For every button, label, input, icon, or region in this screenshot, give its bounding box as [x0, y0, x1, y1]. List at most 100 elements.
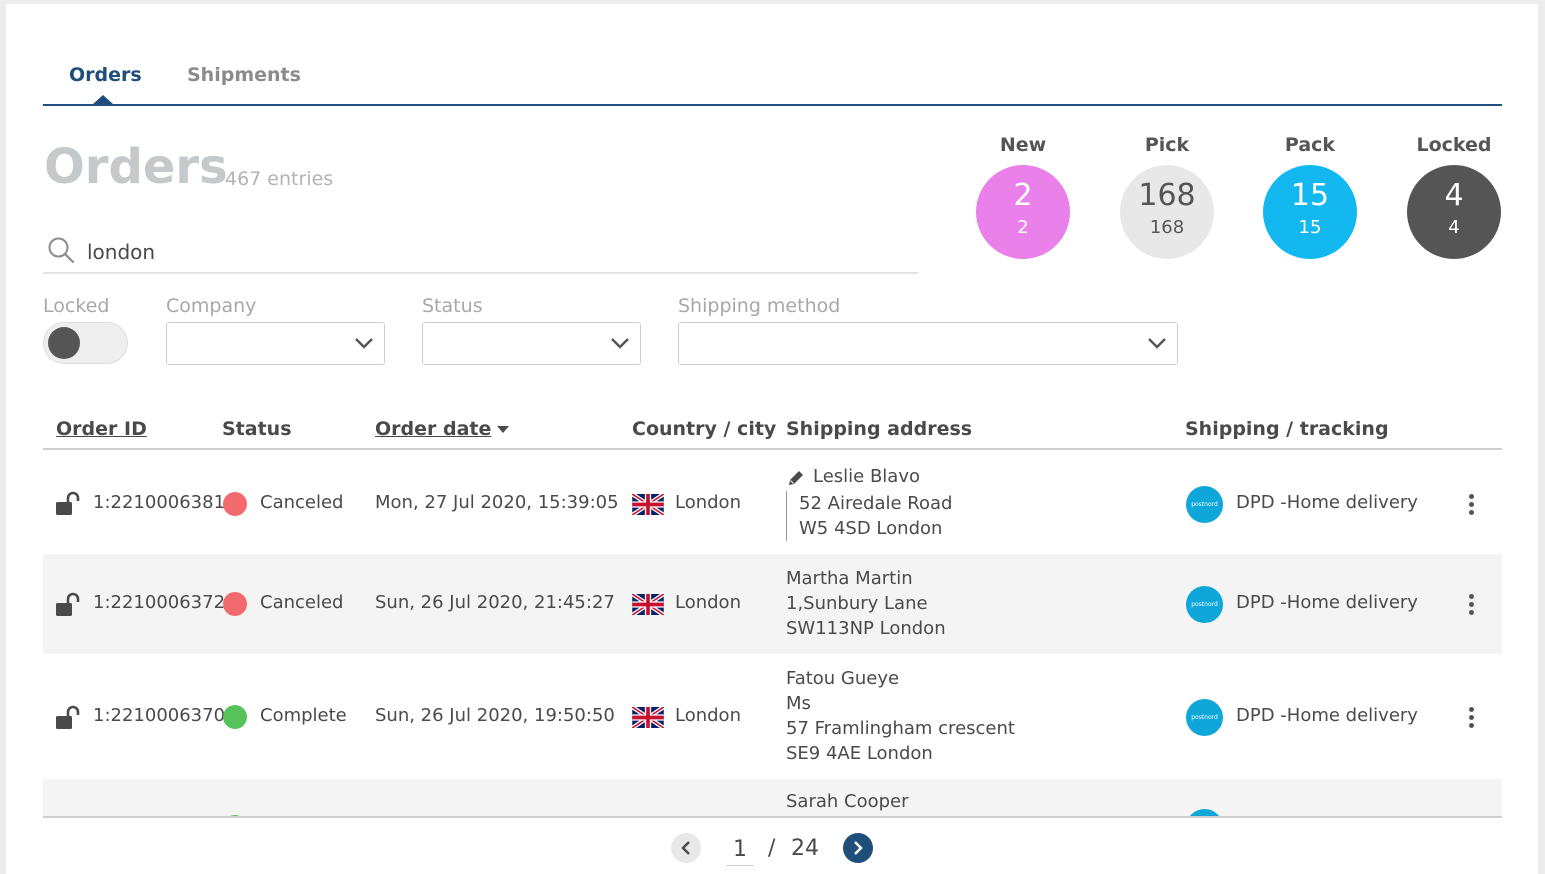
- table-body: 1:2210006381 Canceled Mon, 27 Jul 2020, …: [43, 452, 1502, 818]
- uk-flag-icon: [632, 494, 664, 515]
- tab-orders[interactable]: Orders: [69, 64, 142, 86]
- counter-new: New 2 2: [975, 132, 1071, 259]
- postnord-logo: postnord: [1186, 699, 1223, 736]
- column-country-city: Country / city: [632, 418, 777, 440]
- address-line: W5 4SD London: [799, 518, 943, 539]
- order-id[interactable]: 1:2210006381: [93, 492, 225, 513]
- counter-pick: Pick 168 168: [1119, 132, 1215, 259]
- tab-bar: Orders Shipments: [43, 56, 1502, 106]
- table-row[interactable]: 1:2210006381 Canceled Mon, 27 Jul 2020, …: [43, 452, 1502, 552]
- table-row[interactable]: Sarah Cooper: [43, 779, 1502, 818]
- city: London: [675, 492, 741, 513]
- previous-page-button[interactable]: [671, 833, 701, 863]
- shipping-method: DPD -Home delivery: [1236, 705, 1418, 726]
- counter-locked-value: 4: [1444, 178, 1464, 213]
- counter-new-label: New: [999, 134, 1047, 156]
- table-row[interactable]: 1:2210006372 Canceled Sun, 26 Jul 2020, …: [43, 554, 1502, 654]
- counter-pick-subvalue: 168: [1149, 217, 1185, 238]
- counter-locked-subvalue: 4: [1448, 217, 1460, 238]
- column-shipping-tracking: Shipping / tracking: [1185, 418, 1389, 440]
- company-select[interactable]: [166, 322, 385, 365]
- page-separator: /: [768, 836, 776, 861]
- chevron-left-icon: [681, 841, 690, 855]
- unlocked-padlock-icon[interactable]: [55, 592, 81, 618]
- order-date: Sun, 26 Jul 2020, 19:50:50: [375, 705, 615, 726]
- postnord-logo: postnord: [1186, 486, 1223, 523]
- address-line: 52 Airedale Road: [799, 493, 953, 514]
- shipping-method-select[interactable]: [678, 322, 1178, 365]
- address-line: Sarah Cooper: [786, 791, 909, 812]
- shipping-address: 52 Airedale Road W5 4SD London: [786, 491, 952, 541]
- status-dot: [223, 705, 247, 729]
- counter-pack-value: 15: [1290, 178, 1330, 213]
- status-filter-label: Status: [422, 295, 483, 317]
- column-shipping-address: Shipping address: [786, 418, 973, 440]
- order-date: Sun, 26 Jul 2020, 21:45:27: [375, 592, 615, 613]
- shipping-method: DPD -Home delivery: [1236, 592, 1418, 613]
- next-page-button[interactable]: [843, 833, 873, 863]
- counter-pack: Pack 15 15: [1262, 132, 1358, 259]
- sort-desc-icon: [497, 426, 510, 433]
- unlocked-padlock-icon[interactable]: [55, 705, 81, 731]
- status-dot: [223, 492, 247, 516]
- status-text: Complete: [260, 705, 347, 726]
- column-order-date[interactable]: Order date: [375, 418, 510, 440]
- locked-toggle[interactable]: [43, 322, 128, 364]
- table-row[interactable]: 1:2210006370 Complete Sun, 26 Jul 2020, …: [43, 654, 1502, 779]
- counter-locked: Locked 4 4: [1406, 132, 1502, 259]
- tab-shipments[interactable]: Shipments: [187, 64, 301, 86]
- counter-pick-value: 168: [1138, 178, 1196, 213]
- address-line: Ms: [786, 693, 811, 714]
- more-options-icon[interactable]: [1465, 594, 1477, 618]
- status-select[interactable]: [422, 322, 641, 365]
- uk-flag-icon: [632, 817, 664, 818]
- order-id[interactable]: 1:2210006372: [93, 592, 225, 613]
- counter-pack-subvalue: 15: [1298, 217, 1322, 238]
- uk-flag-icon: [632, 707, 664, 728]
- column-order-id[interactable]: Order ID: [56, 418, 147, 440]
- postnord-logo: postnord: [1186, 586, 1223, 623]
- counter-new-value: 2: [1013, 178, 1033, 213]
- page-number-input[interactable]: [726, 834, 754, 866]
- city: London: [675, 705, 741, 726]
- table-header: Order ID Status Order date Country / cit…: [43, 412, 1502, 450]
- page-title: Orders: [44, 139, 228, 195]
- address-line: Fatou Gueye: [786, 668, 900, 689]
- order-date: Mon, 27 Jul 2020, 15:39:05: [375, 492, 619, 513]
- shipping-method-filter-label: Shipping method: [678, 295, 841, 317]
- address-line: SW113NP London: [786, 618, 946, 639]
- counter-new-circle[interactable]: 2 2: [976, 165, 1070, 259]
- unlocked-padlock-icon[interactable]: [55, 817, 81, 818]
- search-input[interactable]: [87, 236, 907, 268]
- column-order-date-label: Order date: [375, 418, 492, 440]
- shipping-method: DPD -Home delivery: [1236, 492, 1418, 513]
- status-dot: [223, 815, 247, 816]
- address-name: Leslie Blavo: [813, 466, 921, 487]
- status-dot: [223, 592, 247, 616]
- more-options-icon[interactable]: [1465, 494, 1477, 518]
- search-icon: [48, 237, 75, 264]
- counter-locked-label: Locked: [1416, 134, 1492, 156]
- counter-new-subvalue: 2: [1017, 217, 1029, 238]
- total-pages: 24: [791, 836, 819, 861]
- chevron-down-icon: [611, 338, 629, 349]
- search-bar: [43, 232, 918, 274]
- chevron-right-icon: [854, 841, 863, 855]
- shipping-address: Martha Martin 1,Sunbury Lane SW113NP Lon…: [786, 566, 946, 641]
- counter-pick-circle[interactable]: 168 168: [1120, 165, 1214, 259]
- postnord-logo: [1186, 809, 1223, 816]
- unlocked-padlock-icon[interactable]: [55, 491, 81, 517]
- status-text: Canceled: [260, 492, 344, 513]
- address-line: 57 Framlingham crescent: [786, 718, 1015, 739]
- counter-locked-circle[interactable]: 4 4: [1407, 165, 1501, 259]
- address-line: SE9 4AE London: [786, 743, 933, 764]
- counter-pack-circle[interactable]: 15 15: [1263, 165, 1357, 259]
- more-options-icon[interactable]: [1465, 707, 1477, 731]
- company-filter-label: Company: [166, 295, 257, 317]
- column-status: Status: [222, 418, 292, 440]
- main-panel: Orders Shipments Orders 467 entries New …: [6, 4, 1538, 874]
- order-id[interactable]: 1:2210006370: [93, 705, 225, 726]
- chevron-down-icon: [1148, 338, 1166, 349]
- status-text: Canceled: [260, 592, 344, 613]
- pencil-icon[interactable]: [787, 469, 805, 487]
